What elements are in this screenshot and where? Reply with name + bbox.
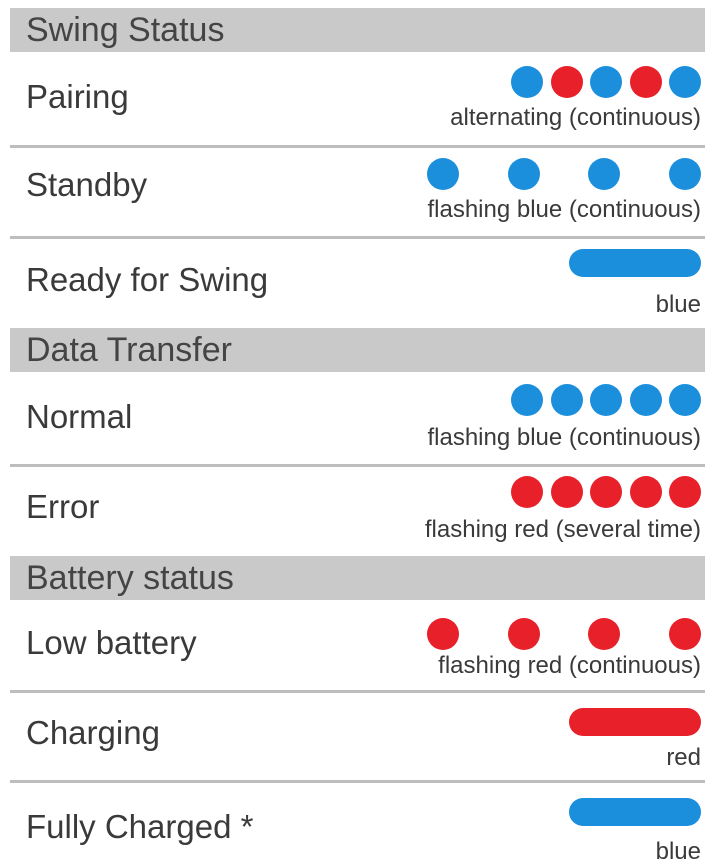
led-dot-red	[507, 618, 540, 650]
row-caption: flashing red (several time)	[424, 516, 701, 543]
row-label: Pairing	[26, 78, 129, 115]
row-label: Low battery	[26, 624, 197, 661]
section-header-battery-status: Battery status	[10, 556, 705, 600]
section-header-data-transfer: Data Transfer	[10, 328, 705, 372]
row-label: Ready for Swing	[26, 261, 269, 298]
led-dot-blue	[669, 158, 701, 190]
row-divider	[10, 690, 705, 693]
section-title: Swing Status	[26, 11, 225, 49]
led-dot-blue	[588, 158, 621, 190]
led-dots-indicator	[511, 384, 701, 416]
led-dot-red	[511, 476, 543, 508]
led-solid-bar-indicator	[569, 249, 701, 277]
led-dot-blue	[590, 384, 622, 416]
section-header-swing-status: Swing Status	[10, 8, 705, 52]
led-dot-blue	[511, 384, 543, 416]
row-label: Normal	[26, 398, 133, 435]
row-divider	[10, 464, 705, 467]
led-dot-blue	[590, 66, 622, 98]
row-divider	[10, 780, 705, 783]
row-caption: blue	[655, 838, 701, 865]
led-dot-red	[588, 618, 621, 650]
led-dot-blue	[550, 384, 583, 416]
led-dot-red	[629, 66, 662, 98]
led-dot-blue	[669, 384, 701, 416]
led-dots-indicator	[511, 476, 701, 508]
row-divider	[10, 145, 705, 148]
led-solid-bar-indicator	[569, 708, 701, 736]
led-dot-red	[550, 66, 583, 98]
row-caption: flashing blue (continuous)	[427, 424, 701, 451]
led-dots-indicator	[427, 618, 701, 650]
status-row-charging: Charging red	[10, 694, 705, 778]
status-row-ready-for-swing: Ready for Swing blue	[10, 241, 705, 325]
row-label: Fully Charged *	[26, 808, 254, 845]
status-row-low-battery: Low battery flashing red (continuous)	[10, 606, 705, 690]
row-divider	[10, 236, 705, 239]
row-caption: red	[666, 744, 701, 771]
row-caption: alternating (continuous)	[450, 104, 701, 131]
led-dot-blue	[511, 66, 543, 98]
row-caption: flashing red (continuous)	[438, 652, 701, 679]
led-dot-blue	[629, 384, 662, 416]
led-dot-blue	[507, 158, 540, 190]
row-caption: blue	[655, 291, 701, 318]
section-title: Data Transfer	[26, 331, 232, 369]
row-label: Charging	[26, 714, 160, 751]
row-caption: flashing blue (continuous)	[427, 196, 701, 223]
status-row-error: Error flashing red (several time)	[10, 468, 705, 552]
led-dot-red	[427, 618, 459, 650]
led-dot-blue	[427, 158, 459, 190]
status-row-pairing: Pairing alternating (continuous)	[10, 58, 705, 142]
row-label: Error	[26, 488, 100, 525]
led-dot-red	[629, 476, 662, 508]
led-dots-indicator	[511, 66, 701, 98]
led-dot-red	[669, 476, 701, 508]
led-dot-blue	[669, 66, 701, 98]
led-solid-bar-indicator	[569, 798, 701, 826]
section-title: Battery status	[26, 559, 234, 597]
led-dots-indicator	[427, 158, 701, 190]
row-label: Standby	[26, 166, 148, 203]
status-row-normal: Normal flashing blue (continuous)	[10, 376, 705, 460]
status-row-standby: Standby flashing blue (continuous)	[10, 150, 705, 234]
led-dot-red	[669, 618, 701, 650]
led-dot-red	[550, 476, 583, 508]
status-row-fully-charged: Fully Charged * blue	[10, 784, 705, 866]
led-dot-red	[590, 476, 622, 508]
